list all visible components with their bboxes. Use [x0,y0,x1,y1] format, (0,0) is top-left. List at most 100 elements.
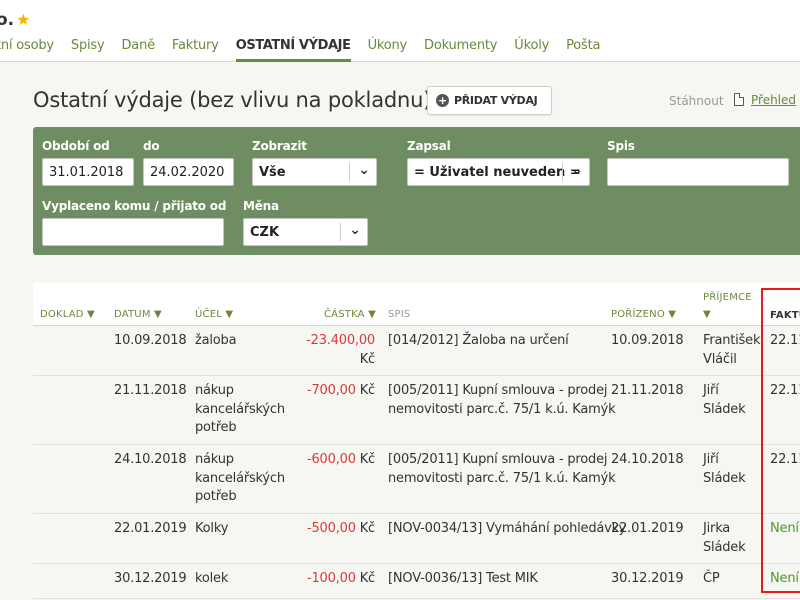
file-input[interactable] [607,158,789,186]
nav-item[interactable]: Pošta [566,38,600,62]
cell-porizeno: 10.09.2018 [611,332,684,351]
paid-to-label: Vyplaceno komu / přijato od [42,199,227,213]
recorded-by-value: = Uživatel neuveden = [414,165,581,180]
cell-porizeno-line: 24.10.2018 [611,452,684,467]
cell-spis-line: [005/2011] Kupní smlouva - prodej [388,383,608,398]
cell-porizeno: 30.12.2019 [611,570,684,589]
nav-item[interactable]: Daně [122,38,156,62]
cell-prijemce-line: ČP [703,571,720,586]
cell-prijemce-line: Sládek [703,539,746,555]
nav-item[interactable]: Úkoly [514,38,549,62]
show-label: Zobrazit [252,139,307,153]
cell-spis: [NOV-0034/13] Vymáhání pohledávky [388,520,626,539]
amount-currency: Kč [359,521,375,536]
divider [340,223,341,241]
chevron-down-icon: ⌄ [349,222,361,238]
col-header-prijemce-sort-icon[interactable]: ▼ [703,309,711,320]
amount-currency: Kč [359,351,375,367]
amount-currency: Kč [359,571,375,586]
show-select[interactable]: Vše ⌄ [252,158,377,186]
cell-prijemce: Jirka Sládek [703,520,746,557]
cell-datum: 30.12.2019 [114,570,187,589]
cell-castka: -100,00 Kč [288,570,375,589]
document-icon[interactable] [734,93,744,106]
plus-icon: + [436,94,449,107]
table-row[interactable]: 24.10.2018 nákup kancelářských potřeb -600,0… [33,445,800,514]
period-from-input[interactable]: 31.01.2018 [42,158,134,186]
cell-spis: [NOV-0036/13] Test MIK [388,570,608,589]
cell-porizeno-line: 30.12.2019 [611,571,684,586]
page-title: Ostatní výdaje (bez vlivu na pokladnu) [33,88,432,112]
star-icon[interactable]: ★ [16,10,30,29]
cell-datum: 24.10.2018 [114,451,187,470]
cell-ucel-line: potřeb [195,489,237,504]
table-row[interactable]: 22.01.2019 Kolky -500,00 Kč [NOV-0034/13] V… [33,514,800,564]
overview-link[interactable]: Přehled [751,93,796,107]
cell-porizeno: 24.10.2018 [611,451,684,470]
cell-spis-line: [005/2011] Kupní smlouva - prodej [388,452,608,467]
add-expense-button[interactable]: + PŘIDAT VÝDAJ [427,86,552,115]
currency-value: CZK [250,225,280,240]
period-to-label: do [143,139,160,153]
amount-value: -23.400,00 [306,333,375,348]
nav-item[interactable]: Spisy [71,38,105,62]
table-row[interactable]: 30.12.2019 kolek -100,00 Kč [NOV-0036/13] T… [33,564,800,599]
amount-currency: Kč [359,452,375,467]
cell-ucel-line: kancelářských [195,470,285,486]
table-row[interactable]: 10.09.2018 žaloba -23.400,00 Kč [014/2012] Ž… [33,326,800,376]
cell-castka: -500,00 Kč [288,520,375,539]
cell-porizeno: 22.01.2019 [611,520,684,539]
currency-label: Měna [243,199,279,213]
highlight-box [761,288,800,593]
nav-item[interactable]: OSTATNÍ VÝDAJE [235,38,351,62]
cell-spis-line: [NOV-0036/13] Test MIK [388,571,538,586]
col-header-doklad[interactable]: DOKLAD ▼ [40,309,95,320]
cell-prijemce: Jiří Sládek [703,382,746,419]
period-from-label: Období od [42,139,110,153]
add-expense-label: PŘIDAT VÝDAJ [454,94,538,107]
amount-currency: Kč [359,383,375,398]
currency-select[interactable]: CZK ⌄ [243,218,368,246]
paid-to-input[interactable] [42,218,224,246]
brand[interactable]: o. ★ [0,10,30,30]
cell-prijemce: Jiří Sládek [703,451,746,488]
cell-ucel-line: potřeb [195,420,237,435]
cell-spis: [005/2011] Kupní smlouva - prodej nemovit… [388,451,616,488]
cell-castka: -23.400,00 Kč [288,332,375,369]
chevron-down-icon: ⌄ [571,162,583,178]
cell-datum: 22.01.2019 [114,520,187,539]
cell-prijemce-line: Jirka [703,521,731,536]
brand-name: o. [0,10,15,30]
cell-datum-line: 21.11.2018 [114,383,187,398]
filter-panel: Období od 31.01.2018 do 24.02.2020 Zobra… [33,127,800,255]
cell-spis-line: nemovitosti parc.č. 75/1 k.ú. Kamýk [388,470,616,486]
col-header-porizeno[interactable]: POŘÍZENO ▼ [611,309,676,320]
recorded-by-select[interactable]: = Uživatel neuveden = ⌄ [407,158,590,186]
cell-prijemce-line: Vláčil [703,351,737,367]
cell-prijemce-line: Sládek [703,401,746,417]
cell-datum: 21.11.2018 [114,382,187,401]
amount-value: -500,00 [307,521,356,536]
table-header: DOKLAD ▼ DATUM ▼ ÚČEL ▼ ČÁSTKA ▼ SPIS PO… [33,283,800,326]
amount-value: -100,00 [307,571,356,586]
cell-prijemce-line: Jiří [703,383,719,398]
nav-item[interactable]: Úkony [368,38,408,62]
col-header-ucel[interactable]: ÚČEL ▼ [195,309,233,320]
divider [562,163,563,181]
nav-item[interactable]: Faktury [172,38,219,62]
table-row[interactable]: 21.11.2018 nákup kancelářských potřeb -700,0… [33,376,800,445]
col-header-prijemce[interactable]: PŘÍJEMCE [703,292,752,303]
cell-castka: -600,00 Kč [288,451,375,470]
col-header-castka[interactable]: ČÁSTKA ▼ [324,309,376,320]
cell-datum: 10.09.2018 [114,332,187,351]
cell-prijemce-line: Sládek [703,470,746,486]
col-header-datum[interactable]: DATUM ▼ [114,309,162,320]
cell-datum-line: 24.10.2018 [114,452,187,467]
download-label: Stáhnout [669,94,724,108]
show-select-value: Vše [259,165,286,180]
nav-item[interactable]: Dokumenty [424,38,497,62]
period-to-input[interactable]: 24.02.2020 [143,158,234,186]
nav-item[interactable]: tní osoby [0,38,54,62]
cell-datum-line: 22.01.2019 [114,521,187,536]
cell-castka: -700,00 Kč [288,382,375,401]
